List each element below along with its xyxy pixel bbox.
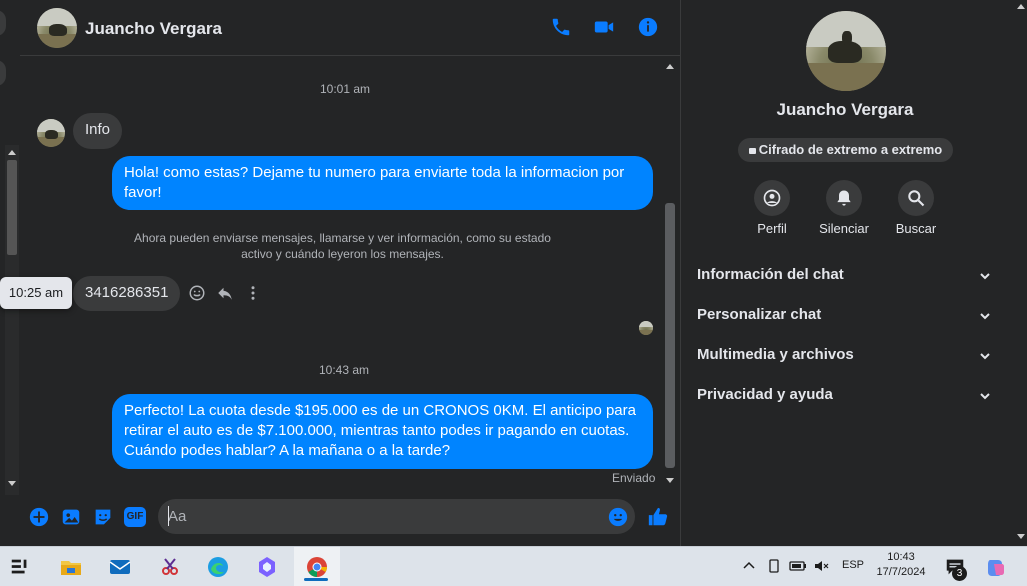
system-notice: Ahora pueden enviarse mensajes, llamarse… [134, 231, 551, 261]
sticker-icon[interactable] [92, 506, 114, 528]
image-icon[interactable] [60, 506, 82, 528]
chrome-icon[interactable] [305, 555, 329, 579]
scroll-up-icon[interactable] [8, 150, 16, 155]
chevron-down-icon[interactable] [979, 350, 991, 362]
outgoing-message[interactable]: Perfecto! La cuota desde $195.000 es de … [112, 394, 653, 469]
mute-label: Silenciar [819, 221, 869, 236]
more-options-icon[interactable] [244, 284, 262, 302]
task-view-icon[interactable] [9, 556, 31, 578]
reply-icon[interactable] [216, 284, 234, 302]
message-timestamp: 10:01 am [320, 82, 371, 96]
thumbs-up-icon[interactable] [647, 506, 669, 528]
outgoing-message[interactable]: Hola! como estas? Dejame tu numero para … [112, 156, 653, 210]
emoji-icon[interactable] [607, 506, 629, 528]
chevron-down-icon[interactable] [979, 310, 991, 322]
left-scrollbar-thumb[interactable] [7, 160, 17, 255]
clock-time: 10:43 [887, 551, 915, 563]
bell-icon [837, 190, 851, 206]
search-icon [908, 190, 925, 207]
plus-icon[interactable] [28, 506, 50, 528]
section-customize-chat[interactable]: Personalizar chat [697, 306, 997, 323]
video-call-icon[interactable] [593, 16, 615, 38]
phone-link-icon[interactable] [766, 558, 782, 574]
lock-icon [748, 148, 756, 154]
section-chat-info[interactable]: Información del chat [697, 266, 997, 283]
messages-scrollbar-thumb[interactable] [665, 203, 675, 468]
scroll-down-icon[interactable] [666, 478, 674, 483]
section-media-files[interactable]: Multimedia y archivos [697, 346, 997, 363]
edge-icon[interactable] [206, 555, 230, 579]
file-explorer-icon[interactable] [59, 555, 83, 579]
read-receipt-avatar [639, 321, 653, 335]
mute-button[interactable] [826, 180, 862, 216]
search-button[interactable] [898, 180, 934, 216]
incoming-message[interactable]: Info [73, 113, 123, 149]
copilot-preview-icon[interactable] [984, 556, 1008, 580]
phone-icon[interactable] [550, 16, 572, 38]
copilot-icon[interactable] [255, 555, 279, 579]
battery-icon [789, 561, 806, 571]
notification-badge: 3 [952, 566, 967, 581]
chat-header: Juancho Vergara [20, 0, 680, 56]
scroll-down-icon[interactable] [1017, 534, 1025, 539]
mail-icon[interactable] [108, 555, 132, 579]
chevron-down-icon[interactable] [979, 270, 991, 282]
section-privacy-help[interactable]: Privacidad y ayuda [697, 386, 997, 403]
message-timestamp: 10:43 am [319, 363, 370, 377]
gif-icon[interactable]: GIF [124, 507, 146, 527]
incoming-message[interactable]: 3416286351 [73, 276, 181, 311]
encryption-badge[interactable]: Cifrado de extremo a extremo [738, 138, 953, 162]
search-label: Buscar [895, 221, 937, 236]
strip-button[interactable] [0, 60, 6, 86]
chevron-up-icon[interactable] [741, 558, 757, 574]
clock[interactable]: 10:43 17/7/2024 [870, 550, 932, 580]
gif-label: GIF [126, 511, 144, 522]
info-icon[interactable] [637, 16, 659, 38]
clock-date: 17/7/2024 [876, 566, 926, 578]
profile-avatar[interactable] [806, 11, 886, 91]
message-input[interactable] [168, 506, 588, 526]
language-indicator[interactable]: ESP [842, 559, 864, 571]
message-status: Enviado [612, 471, 656, 485]
profile-name: Juancho Vergara [776, 100, 914, 119]
strip-button[interactable] [0, 10, 6, 36]
scroll-down-icon[interactable] [8, 481, 16, 486]
sender-avatar[interactable] [37, 119, 65, 147]
text-caret [168, 506, 169, 526]
react-emoji-icon[interactable] [188, 284, 206, 302]
profile-label: Perfil [757, 221, 787, 236]
time-tooltip: 10:25 am [0, 277, 72, 309]
contact-name[interactable]: Juancho Vergara [85, 19, 222, 39]
active-app-indicator [304, 578, 328, 581]
scroll-up-icon[interactable] [666, 64, 674, 69]
snipping-tool-icon[interactable] [158, 555, 182, 579]
profile-button[interactable] [754, 180, 790, 216]
contact-avatar[interactable] [37, 8, 77, 48]
panel-scrollbar[interactable] [1015, 0, 1027, 546]
encryption-label: Cifrado de extremo a extremo [758, 142, 943, 157]
scroll-up-icon[interactable] [1017, 4, 1025, 9]
profile-icon [763, 189, 781, 207]
volume-muted-icon[interactable] [813, 558, 829, 574]
chevron-down-icon[interactable] [979, 390, 991, 402]
